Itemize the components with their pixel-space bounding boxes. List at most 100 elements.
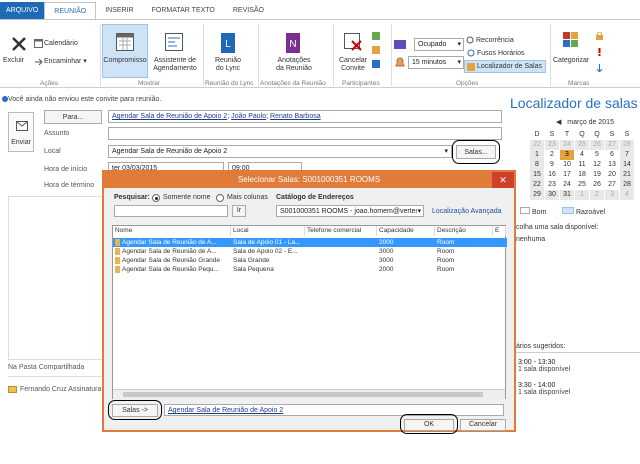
col-e[interactable]: E: [493, 226, 506, 236]
calendar-day[interactable]: 25: [575, 140, 589, 150]
to-field[interactable]: Agendar Sala de Reunião de Apoio 2; João…: [108, 110, 502, 123]
table-row[interactable]: Agendar Sala de Reunião de A... Sala de A…: [113, 238, 507, 247]
calendar-day[interactable]: 2: [545, 150, 559, 160]
col-nome[interactable]: Nome: [113, 226, 231, 236]
dialog-title: Selecionar Salas: S001000351 ROOMS: [104, 172, 514, 188]
fusos-horarios-button[interactable]: Fusos Horários: [477, 50, 524, 58]
calendar-day[interactable]: 22: [530, 180, 544, 190]
calendar-day[interactable]: 10: [560, 160, 574, 170]
calendar-day[interactable]: 9: [545, 160, 559, 170]
table-cell: 3000: [379, 257, 394, 264]
room-none[interactable]: nenhuma: [516, 236, 545, 243]
calendar-day[interactable]: 16: [545, 170, 559, 180]
tab-formatar-texto[interactable]: FORMATAR TEXTO: [143, 2, 224, 19]
calendar-day[interactable]: 18: [575, 170, 589, 180]
calendar-day[interactable]: 6: [605, 150, 619, 160]
col-telefone[interactable]: Telefone comercial: [305, 226, 377, 236]
go-button[interactable]: Ir: [232, 205, 246, 217]
calendar-day[interactable]: 8: [530, 160, 544, 170]
col-capacidade[interactable]: Capacidade: [377, 226, 435, 236]
suggested-slot[interactable]: 3:30 - 14:00 1 sala disponível: [518, 382, 570, 396]
suggested-slot[interactable]: 3:00 - 13:30 1 sala disponível: [518, 359, 570, 373]
calendar-day[interactable]: 12: [590, 160, 604, 170]
calendar-day[interactable]: 23: [545, 180, 559, 190]
local-label: Local: [44, 148, 61, 155]
encaminhar-button[interactable]: Encaminhar ▾: [44, 58, 87, 66]
calendar-day[interactable]: 15: [530, 170, 544, 180]
calendar-day[interactable]: 27: [605, 140, 619, 150]
table-cell: Sala de Apoio 01 - La...: [233, 239, 301, 246]
calendar-day[interactable]: 5: [590, 150, 604, 160]
dialog-close-button[interactable]: ✕: [492, 172, 514, 188]
recorrencia-button[interactable]: Recorrência: [476, 37, 514, 45]
calendar-day[interactable]: 4: [575, 150, 589, 160]
calendar-day[interactable]: 2: [590, 190, 604, 200]
para-button[interactable]: Para...: [44, 110, 102, 124]
categorizar-button[interactable]: Categorizar: [553, 57, 589, 65]
calendar-day[interactable]: 28: [620, 180, 634, 190]
calendar-day[interactable]: 26: [590, 140, 604, 150]
table-row[interactable]: Agendar Sala de Reunião de A... Sala de A…: [113, 247, 507, 256]
table-row[interactable]: Agendar Sala de Reunião Grande Sala Grand…: [113, 256, 507, 265]
response-options-icon: [372, 60, 380, 68]
lync-button[interactable]: Reunião do Lync: [207, 57, 249, 73]
location-input[interactable]: Agendar Sala de Reunião de Apoio 2 ▾: [108, 145, 452, 158]
calendar-day[interactable]: 27: [605, 180, 619, 190]
calendar-day[interactable]: 23: [545, 140, 559, 150]
anotacoes-button[interactable]: Anotações da Reunião: [266, 57, 322, 73]
radio-mais-colunas[interactable]: [216, 194, 224, 202]
cancel-button[interactable]: Cancelar: [460, 419, 506, 431]
tab-arquivo[interactable]: ARQUIVO: [0, 2, 45, 19]
subject-input[interactable]: [108, 127, 502, 140]
calendar-day[interactable]: 28: [620, 140, 634, 150]
calendar-day[interactable]: 26: [590, 180, 604, 190]
calendar-day[interactable]: 29: [530, 190, 544, 200]
calendar-day[interactable]: 3: [605, 190, 619, 200]
calendar-day[interactable]: 21: [620, 170, 634, 180]
search-label: Pesquisar:: [114, 194, 150, 201]
show-as-dropdown[interactable]: Ocupado ▾: [414, 38, 464, 51]
calendar-day[interactable]: 11: [575, 160, 589, 170]
cancelar-convite-button[interactable]: Cancelar Convite: [336, 57, 370, 73]
radio-somente-nome[interactable]: [152, 194, 160, 202]
calendar-day[interactable]: 7: [620, 150, 634, 160]
calendar-day[interactable]: 14: [620, 160, 634, 170]
reminder-dropdown[interactable]: 15 minutos ▾: [408, 56, 464, 69]
tab-inserir[interactable]: INSERIR: [96, 2, 142, 19]
calendario-button[interactable]: Calendário: [44, 40, 78, 48]
calendar-day[interactable]: 24: [560, 180, 574, 190]
calendar-day[interactable]: 25: [575, 180, 589, 190]
calendar-day[interactable]: 24: [560, 140, 574, 150]
message-body[interactable]: [8, 196, 104, 360]
calendar-day[interactable]: 19: [590, 170, 604, 180]
room-search-input[interactable]: [114, 205, 228, 217]
tab-reuniao[interactable]: REUNIÃO: [44, 2, 97, 19]
prev-month-icon[interactable]: ◀: [556, 119, 561, 126]
calendar-day[interactable]: 3: [560, 150, 574, 160]
calendar-day[interactable]: 13: [605, 160, 619, 170]
advanced-find-link[interactable]: Localização Avançada: [432, 208, 502, 215]
calendar-day[interactable]: 30: [545, 190, 559, 200]
table-cell: Agendar Sala de Reunião Pequ...: [122, 266, 219, 273]
group-lync: Reunião do Lync: [205, 80, 254, 87]
calendar-day[interactable]: 17: [560, 170, 574, 180]
calendar-day[interactable]: 20: [605, 170, 619, 180]
enviar-button[interactable]: Enviar: [8, 112, 34, 152]
calendar-day[interactable]: 31: [560, 190, 574, 200]
horizontal-scrollbar[interactable]: [113, 389, 505, 399]
svg-text:N: N: [289, 39, 296, 50]
table-row[interactable]: Agendar Sala de Reunião Pequ... Sala Pequ…: [113, 265, 507, 274]
legend-fair: Razoável: [575, 209, 606, 216]
address-book-dropdown[interactable]: S001000351 ROOMS - joao.homem@vertex ▾: [276, 205, 424, 217]
col-descricao[interactable]: Descrição: [435, 226, 493, 236]
calendar-day[interactable]: 1: [530, 150, 544, 160]
tab-revisao[interactable]: REVISÃO: [224, 2, 273, 19]
calendar-day[interactable]: 1: [575, 190, 589, 200]
excluir-button[interactable]: Excluir: [3, 57, 24, 65]
reminder-bell-icon: [395, 57, 405, 67]
room-finder-icon: [467, 63, 475, 71]
calendar-day[interactable]: 4: [620, 190, 634, 200]
calendar-day[interactable]: 22: [530, 140, 544, 150]
col-local[interactable]: Local: [231, 226, 305, 236]
assistente-button[interactable]: Assistente de Agendamento: [150, 57, 200, 73]
